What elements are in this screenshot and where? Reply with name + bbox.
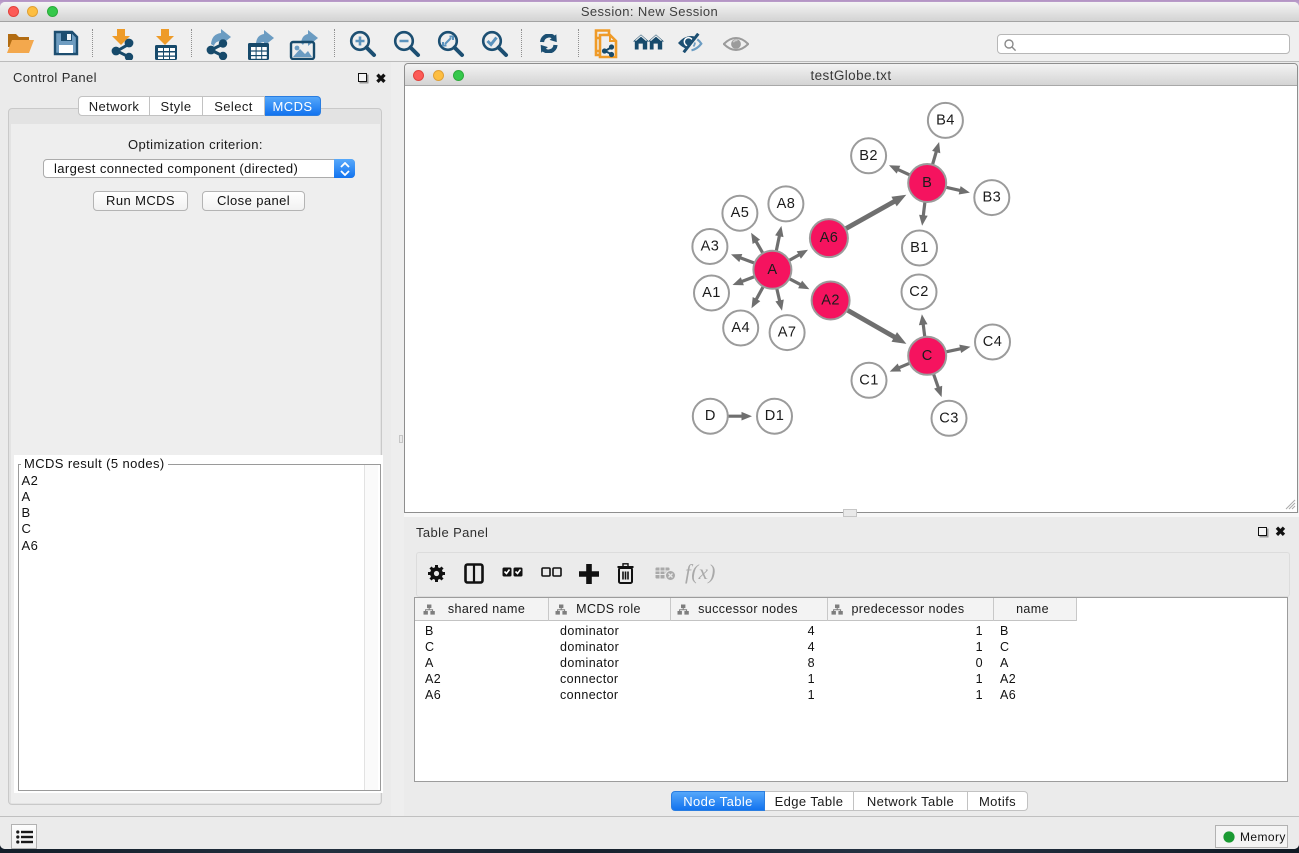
svg-text:A8: A8 — [777, 196, 796, 212]
svg-text:D: D — [705, 408, 716, 424]
svg-text:C4: C4 — [983, 334, 1002, 350]
svg-text:A: A — [767, 262, 777, 278]
svg-text:C: C — [922, 348, 933, 364]
svg-text:A5: A5 — [731, 205, 750, 221]
svg-text:C2: C2 — [909, 284, 928, 300]
svg-text:B1: B1 — [910, 240, 929, 256]
svg-text:B4: B4 — [936, 112, 955, 128]
svg-text:C1: C1 — [859, 372, 878, 388]
svg-text:A1: A1 — [702, 285, 721, 301]
svg-text:A4: A4 — [731, 320, 750, 336]
svg-text:B3: B3 — [982, 190, 1001, 206]
svg-text:A3: A3 — [701, 239, 720, 255]
svg-text:A2: A2 — [821, 293, 840, 309]
svg-text:A7: A7 — [778, 325, 797, 341]
svg-text:C3: C3 — [939, 410, 958, 426]
svg-text:B: B — [922, 175, 932, 191]
svg-text:D1: D1 — [765, 408, 784, 424]
svg-text:A6: A6 — [820, 230, 839, 246]
svg-text:B2: B2 — [859, 148, 878, 164]
